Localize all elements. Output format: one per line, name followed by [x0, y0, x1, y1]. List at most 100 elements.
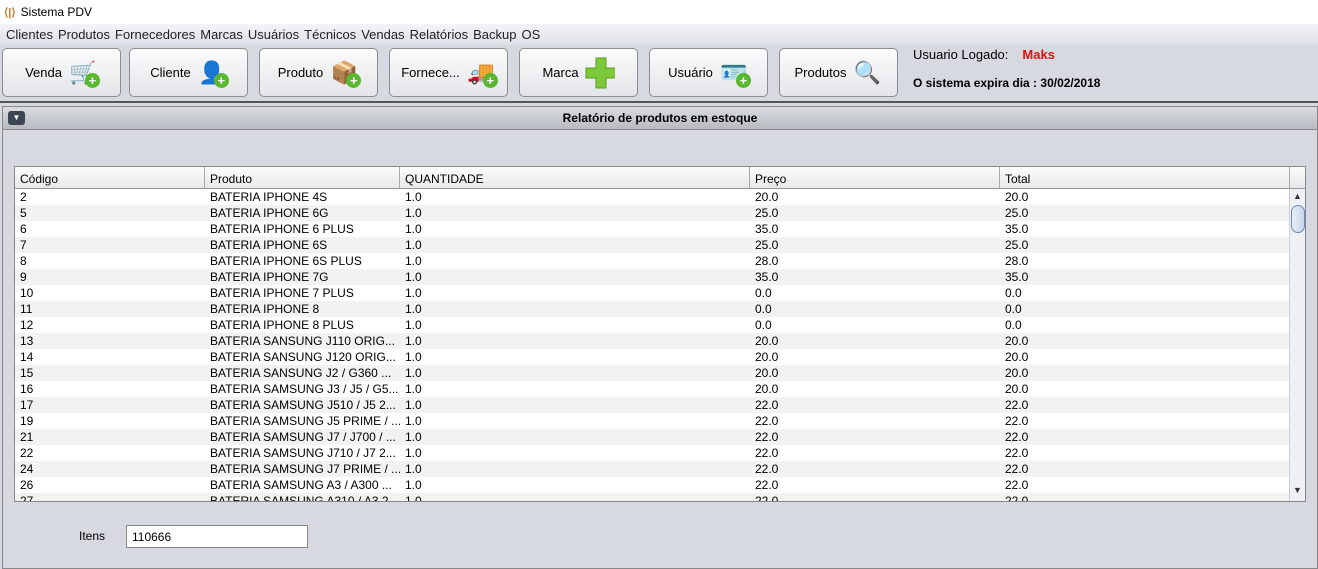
table-row[interactable]: 5 BATERIA IPHONE 6G 1.0 25.0 25.0 — [15, 205, 1305, 221]
table-cell: 22.0 — [1005, 446, 1029, 460]
table-cell: 27 — [20, 494, 34, 502]
menu-marcas[interactable]: Marcas — [200, 27, 243, 42]
table-cell: 11 — [20, 302, 33, 316]
table-cell: BATERIA IPHONE 7 PLUS — [210, 286, 354, 300]
table-row[interactable]: 15 BATERIA SANSUNG J2 / G360 ... 1.0 20.0 20… — [15, 365, 1305, 381]
scroll-up-icon[interactable]: ▲ — [1290, 191, 1305, 205]
table-cell: 20.0 — [755, 382, 779, 396]
table-row[interactable]: 26 BATERIA SAMSUNG A3 / A300 ... 1.0 22.0 22… — [15, 477, 1305, 493]
table-row[interactable]: 12 BATERIA IPHONE 8 PLUS 1.0 0.0 0.0 — [15, 317, 1305, 333]
produto-button[interactable]: Produto 📦 + — [259, 48, 378, 97]
menu-usuarios[interactable]: Usuários — [248, 27, 299, 42]
table-cell: BATERIA IPHONE 6G — [210, 206, 329, 220]
products-table: Código Produto QUANTIDADE Preço Total 2 BATER… — [14, 166, 1306, 502]
table-cell: 22.0 — [1005, 414, 1029, 428]
table-cell: 1.0 — [405, 206, 422, 220]
table-row[interactable]: 11 BATERIA IPHONE 8 1.0 0.0 0.0 — [15, 301, 1305, 317]
scroll-down-icon[interactable]: ▼ — [1290, 485, 1305, 499]
column-header-3[interactable]: Preço — [750, 167, 1000, 188]
itens-field[interactable]: 110666 — [126, 525, 308, 548]
column-header-1[interactable]: Produto — [205, 167, 400, 188]
table-cell: 22.0 — [755, 494, 779, 502]
table-cell: 1.0 — [405, 366, 422, 380]
produtos-button[interactable]: Produtos 🔍 — [779, 48, 898, 97]
table-cell: BATERIA SAMSUNG J7 / J700 / ... — [210, 430, 396, 444]
button-label: Usuário — [668, 65, 713, 80]
table-row[interactable]: 14 BATERIA SANSUNG J120 ORIG... 1.0 20.0 20.… — [15, 349, 1305, 365]
column-header-2[interactable]: QUANTIDADE — [400, 167, 750, 188]
table-cell: 22.0 — [755, 430, 779, 444]
table-cell: BATERIA SAMSUNG J3 / J5 / G5... — [210, 382, 399, 396]
table-cell: BATERIA SANSUNG J120 ORIG... — [210, 350, 396, 364]
cliente-button[interactable]: Cliente 👤 + — [129, 48, 248, 97]
table-cell: BATERIA SANSUNG J2 / G360 ... — [210, 366, 392, 380]
table-cell: BATERIA SANSUNG J110 ORIG... — [210, 334, 395, 348]
table-row[interactable]: 16 BATERIA SAMSUNG J3 / J5 / G5... 1.0 20.0… — [15, 381, 1305, 397]
table-cell: 1.0 — [405, 238, 422, 252]
table-cell: 7 — [20, 238, 27, 252]
column-header-4[interactable]: Total — [1000, 167, 1290, 188]
fornece-button[interactable]: Fornece... 🚚 + — [389, 48, 508, 97]
table-cell: 35.0 — [755, 270, 779, 284]
menu-backup[interactable]: Backup — [473, 27, 516, 42]
table-cell: 22.0 — [1005, 494, 1029, 502]
id-card-add-icon: 🪪 + — [719, 58, 751, 88]
menu-relatorios[interactable]: Relatórios — [410, 27, 469, 42]
table-cell: 0.0 — [755, 286, 772, 300]
menu-vendas[interactable]: Vendas — [361, 27, 404, 42]
panel-title: Relatório de produtos em estoque — [562, 111, 758, 125]
venda-button[interactable]: Venda 🛒 + — [2, 48, 121, 97]
table-cell: 25.0 — [1005, 206, 1029, 220]
table-cell: BATERIA SAMSUNG J7 PRIME / ... — [210, 462, 400, 476]
menu-fornecedores[interactable]: Fornecedores — [115, 27, 195, 42]
menu-clientes[interactable]: Clientes — [6, 27, 53, 42]
table-row[interactable]: 27 BATERIA SAMSUNG A310 / A3 2... 1.0 22.0 2… — [15, 493, 1305, 502]
table-cell: 20.0 — [755, 190, 779, 204]
scroll-thumb[interactable] — [1291, 205, 1305, 233]
table-cell: 20.0 — [755, 350, 779, 364]
table-cell: 0.0 — [1005, 318, 1022, 332]
table-row[interactable]: 6 BATERIA IPHONE 6 PLUS 1.0 35.0 35.0 — [15, 221, 1305, 237]
table-row[interactable]: 10 BATERIA IPHONE 7 PLUS 1.0 0.0 0.0 — [15, 285, 1305, 301]
table-cell: 22.0 — [1005, 398, 1029, 412]
logged-user-label: Usuario Logado: — [913, 47, 1009, 62]
table-cell: 20.0 — [755, 366, 779, 380]
table-cell: 1.0 — [405, 494, 422, 502]
table-cell: 1.0 — [405, 430, 422, 444]
table-cell: 25.0 — [755, 238, 779, 252]
table-cell: 24 — [20, 462, 34, 476]
vertical-scrollbar[interactable]: ▲ ▼ — [1289, 189, 1305, 501]
table-row[interactable]: 21 BATERIA SAMSUNG J7 / J700 / ... 1.0 22.0… — [15, 429, 1305, 445]
table-row[interactable]: 2 BATERIA IPHONE 4S 1.0 20.0 20.0 — [15, 189, 1305, 205]
table-cell: 5 — [20, 206, 27, 220]
table-row[interactable]: 8 BATERIA IPHONE 6S PLUS 1.0 28.0 28.0 — [15, 253, 1305, 269]
menu-os[interactable]: OS — [521, 27, 540, 42]
table-cell: BATERIA IPHONE 6S PLUS — [210, 254, 362, 268]
table-cell: 22.0 — [755, 398, 779, 412]
table-row[interactable]: 24 BATERIA SAMSUNG J7 PRIME / ... 1.0 22.0 2… — [15, 461, 1305, 477]
usuario-button[interactable]: Usuário 🪪 + — [649, 48, 768, 97]
box-add-icon: 📦 + — [329, 58, 362, 88]
menu-produtos[interactable]: Produtos — [58, 27, 110, 42]
column-header-0[interactable]: Código — [15, 167, 205, 188]
app-logo-icon: ⟨|⟩ — [4, 6, 16, 19]
table-row[interactable]: 19 BATERIA SAMSUNG J5 PRIME / ... 1.0 22.0 2… — [15, 413, 1305, 429]
collapse-toggle-button[interactable]: ▼ — [8, 111, 25, 125]
table-cell: 1.0 — [405, 414, 422, 428]
table-cell: 35.0 — [1005, 222, 1029, 236]
button-label: Fornece... — [401, 65, 460, 80]
table-cell: 13 — [20, 334, 34, 348]
table-cell: 22.0 — [755, 462, 779, 476]
menu-tecnicos[interactable]: Técnicos — [304, 27, 356, 42]
table-cell: 22.0 — [755, 414, 779, 428]
table-row[interactable]: 9 BATERIA IPHONE 7G 1.0 35.0 35.0 — [15, 269, 1305, 285]
table-row[interactable]: 17 BATERIA SAMSUNG J510 / J5 2... 1.0 22.0 2… — [15, 397, 1305, 413]
marca-button[interactable]: Marca — [519, 48, 638, 97]
table-cell: BATERIA SAMSUNG A3 / A300 ... — [210, 478, 392, 492]
divider — [0, 101, 1318, 103]
expiration-text: O sistema expira dia : 30/02/2018 — [913, 76, 1101, 90]
table-row[interactable]: 7 BATERIA IPHONE 6S 1.0 25.0 25.0 — [15, 237, 1305, 253]
table-row[interactable]: 13 BATERIA SANSUNG J110 ORIG... 1.0 20.0 20.… — [15, 333, 1305, 349]
table-row[interactable]: 22 BATERIA SAMSUNG J710 / J7 2... 1.0 22.0 2… — [15, 445, 1305, 461]
truck-add-icon: 🚚 + — [466, 58, 498, 88]
